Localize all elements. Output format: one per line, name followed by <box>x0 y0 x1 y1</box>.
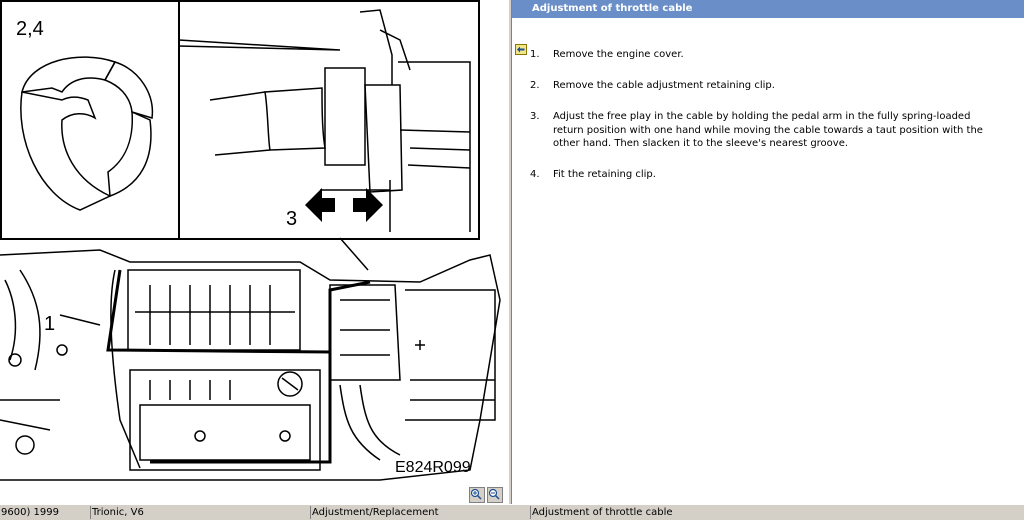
callout-label-cable: 1 <box>44 313 56 335</box>
back-arrow-icon[interactable] <box>515 44 527 55</box>
step-item: 4. Fit the retaining clip. <box>530 168 1024 182</box>
throttle-cable-illustration <box>0 0 501 481</box>
clip-part-body <box>20 91 112 211</box>
callout-label-clip: 2,4 <box>16 18 44 40</box>
status-bar: 9600) 1999 Trionic, V6 Adjustment/Replac… <box>0 504 1024 520</box>
status-model: 9600) 1999 <box>1 507 59 518</box>
zoom-in-button[interactable] <box>469 487 485 503</box>
step-item: 1. Remove the engine cover. <box>530 48 1024 62</box>
section-title: Adjustment of throttle cable <box>512 0 1024 18</box>
step-item: 2. Remove the cable adjustment retaining… <box>530 79 1024 93</box>
step-number: 1. <box>530 49 540 60</box>
step-text: Remove the cable adjustment retaining cl… <box>553 80 775 91</box>
arrow-right-icon <box>353 188 383 222</box>
zoom-out-button[interactable] <box>487 487 503 503</box>
step-text: other hand. Then slacken it to the sleev… <box>553 138 849 149</box>
sleeve-ring <box>324 67 366 166</box>
step-number: 4. <box>530 169 540 180</box>
step-text: return position with one hand while movi… <box>553 124 983 136</box>
magnifier-plus-icon <box>470 488 482 500</box>
step-item: 3. Adjust the free play in the cable by … <box>530 110 1024 151</box>
status-topic: Adjustment of throttle cable <box>530 506 1024 519</box>
magnifier-minus-icon <box>488 488 500 500</box>
figure-code: E824R099 <box>395 459 471 476</box>
step-text: Adjust the free play in the cable by hol… <box>553 111 971 122</box>
illustration-pane: 2,4 3 1 E824R099 <box>0 0 508 504</box>
step-text: Fit the retaining clip. <box>553 169 656 180</box>
step-number: 2. <box>530 80 540 91</box>
instructions-pane: Adjustment of throttle cable 1. Remove t… <box>512 0 1024 504</box>
status-category: Adjustment/Replacement <box>310 506 530 519</box>
arrow-left-icon <box>305 188 335 222</box>
status-engine: Trionic, V6 <box>90 506 310 519</box>
step-number: 3. <box>530 111 540 122</box>
step-text: Remove the engine cover. <box>553 49 684 60</box>
clip-part-top <box>21 56 117 93</box>
callout-label-adjust: 3 <box>286 208 298 230</box>
